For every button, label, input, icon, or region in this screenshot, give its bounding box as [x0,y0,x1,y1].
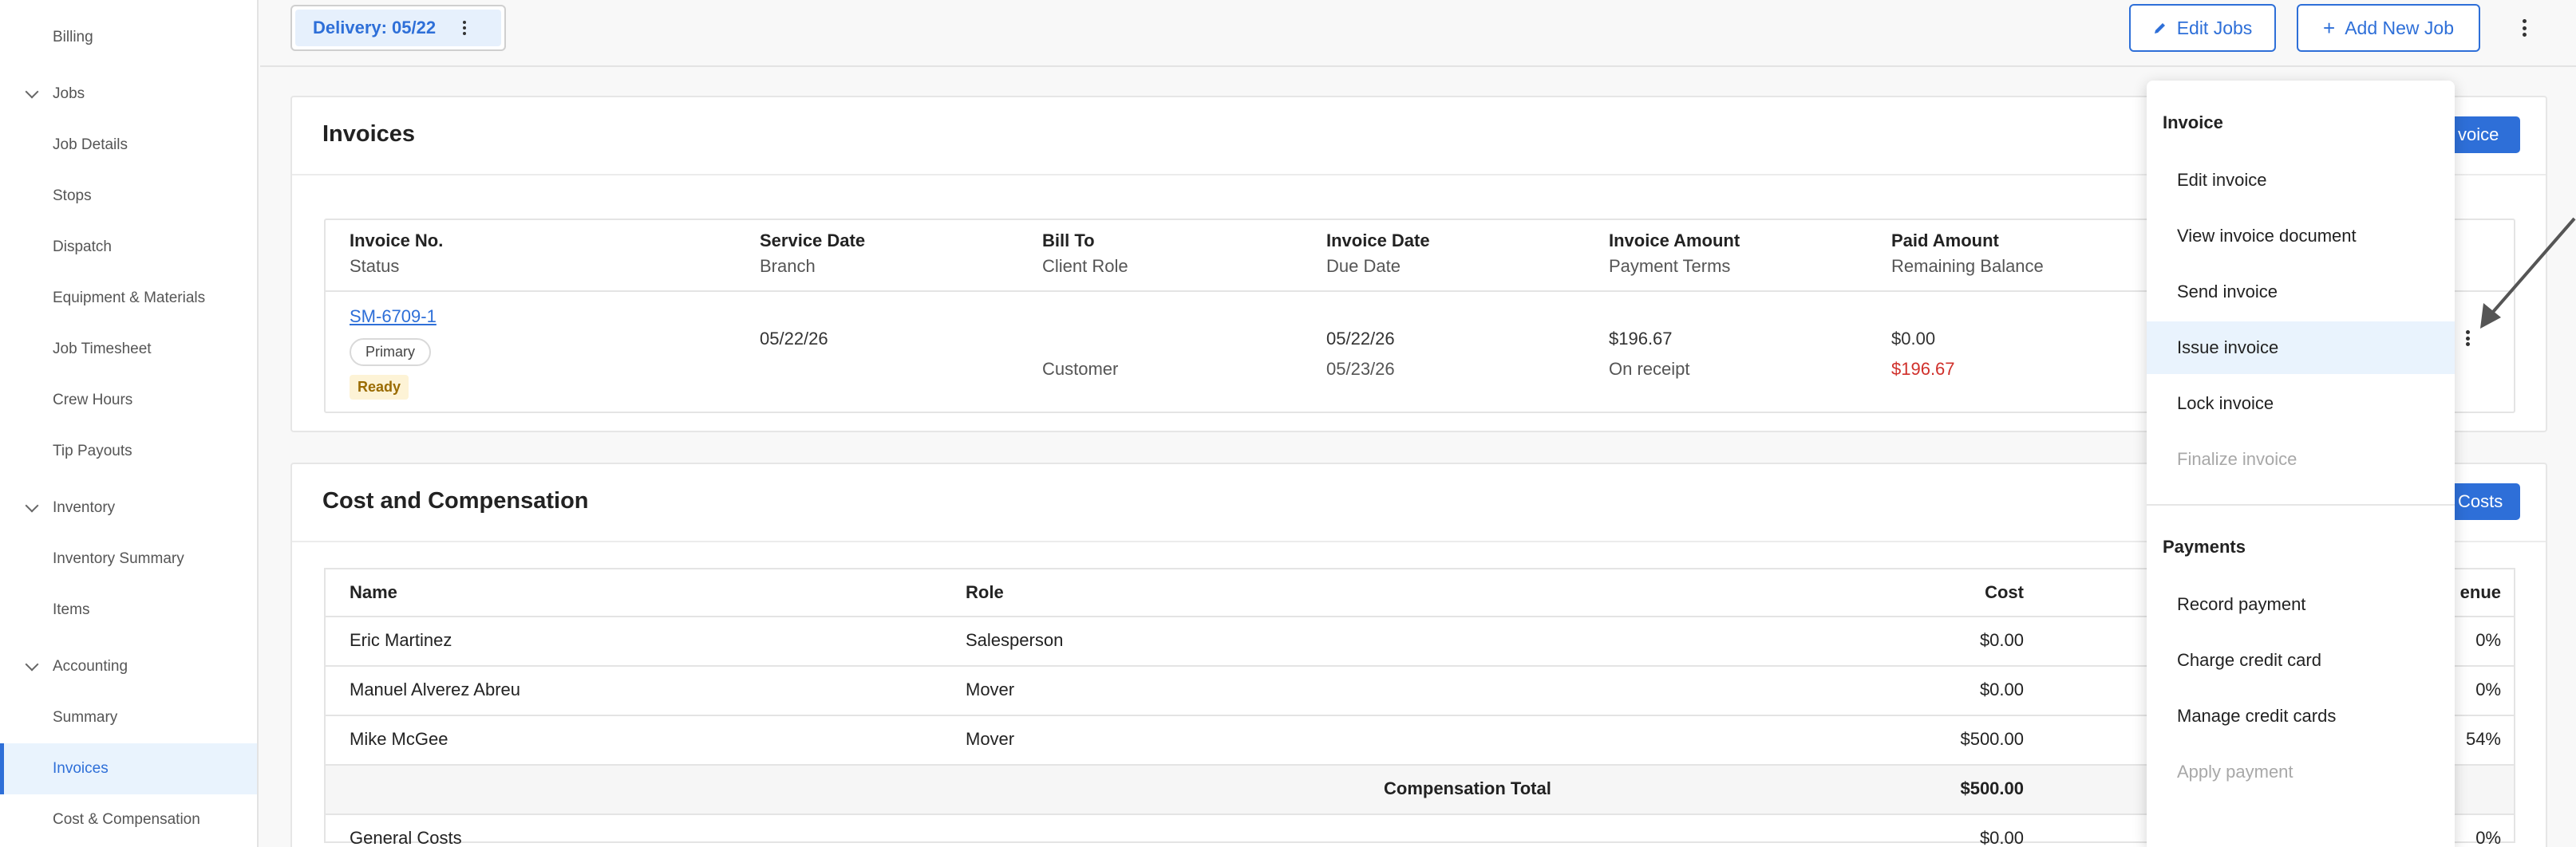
sidebar-item-inventory-summary[interactable]: Inventory Summary [53,550,184,569]
add-costs-label: Costs [2458,491,2503,511]
sidebar-item-cost-compensation[interactable]: Cost & Compensation [53,810,200,829]
sidebar-group-label: Jobs [53,85,85,102]
header-invoice-no: Invoice No. Status [350,230,444,276]
chevron-down-icon [25,85,39,99]
arrow-pointer-icon [2480,217,2576,329]
edit-jobs-button[interactable]: Edit Jobs [2129,4,2276,52]
menu-item-send-invoice[interactable]: Send invoice [2147,266,2455,318]
add-new-job-button[interactable]: + Add New Job [2297,4,2480,52]
cost-compensation-title: Cost and Compensation [322,488,589,514]
more-vertical-icon[interactable] [2523,19,2527,37]
sidebar-group-inventory[interactable]: Inventory [25,498,116,518]
sidebar-item-job-details[interactable]: Job Details [53,136,128,155]
pencil-icon [2154,23,2165,33]
header-invoice-date: Invoice Date Due Date [1326,230,1430,276]
total-value: $500.00 [1960,778,2024,798]
cost-role: Salesperson [966,630,1064,650]
menu-item-manage-credit-cards[interactable]: Manage credit cards [2147,690,2455,743]
sidebar-active-indicator [0,743,257,794]
cost-value: $500.00 [1960,729,2024,749]
delivery-pill[interactable]: Delivery: 05/22 [295,10,501,46]
menu-section-invoice: Invoice [2163,112,2223,132]
header-role: Role [966,582,1004,602]
status-badge: Ready [350,375,409,400]
sidebar-item-summary[interactable]: Summary [53,708,117,727]
chevron-down-icon [25,498,39,513]
sidebar-item-invoices[interactable]: Invoices [53,759,109,778]
total-label: Compensation Total [1384,778,1551,798]
client-role: Customer [1042,359,1119,379]
add-costs-button[interactable]: Costs [2447,483,2520,520]
header-name: Name [350,582,397,602]
header-bill-to: Bill To Client Role [1042,230,1128,276]
sidebar-group-jobs[interactable]: Jobs [25,85,85,104]
sidebar-group-accounting[interactable]: Accounting [25,657,128,676]
edit-jobs-label: Edit Jobs [2176,17,2253,38]
more-vertical-icon[interactable] [463,21,467,35]
payment-terms: On receipt [1609,359,1690,379]
menu-item-lock-invoice[interactable]: Lock invoice [2147,377,2455,430]
general-costs-name: General Costs [350,828,462,847]
delivery-label: Delivery: 05/22 [313,18,437,37]
more-vertical-icon[interactable] [2466,330,2470,346]
delivery-selector[interactable]: Delivery: 05/22 [290,5,506,51]
menu-divider [2147,504,2455,506]
menu-item-edit-invoice[interactable]: Edit invoice [2147,154,2455,207]
menu-item-issue-invoice[interactable]: Issue invoice [2147,321,2455,374]
header-cost: Cost [1985,582,2024,602]
cost-name: Eric Martinez [350,630,452,650]
top-bar: Delivery: 05/22 Edit Jobs + Add New Job [260,0,2576,67]
invoice-amount: $196.67 [1609,329,1673,349]
add-new-job-label: Add New Job [2345,17,2454,38]
cost-role: Mover [966,729,1015,749]
sidebar-item-job-timesheet[interactable]: Job Timesheet [53,340,152,359]
plus-icon: + [2323,16,2336,40]
general-costs-value: $0.00 [1979,828,2024,847]
new-invoice-button[interactable]: voice [2447,116,2520,153]
menu-item-charge-credit-card[interactable]: Charge credit card [2147,634,2455,687]
sidebar-item-dispatch[interactable]: Dispatch [53,238,112,257]
sidebar-item-items[interactable]: Items [53,601,89,620]
sidebar-item-stops[interactable]: Stops [53,187,92,206]
menu-item-view-invoice-document[interactable]: View invoice document [2147,210,2455,262]
primary-badge: Primary [350,338,431,366]
invoices-title: Invoices [322,121,416,147]
sidebar-item-crew-hours[interactable]: Crew Hours [53,391,132,410]
paid-amount: $0.00 [1891,329,1936,349]
sidebar-group-label: Inventory [53,499,116,516]
cost-role: Mover [966,680,1015,699]
invoice-date: 05/22/26 [1326,329,1395,349]
menu-item-finalize-invoice: Finalize invoice [2177,449,2297,469]
sidebar: Billing Jobs Job Details Stops Dispatch … [0,0,259,847]
due-date: 05/23/26 [1326,359,1395,379]
header-paid-amount: Paid Amount Remaining Balance [1891,230,2044,276]
cost-name: Mike McGee [350,729,448,749]
invoice-actions-menu: Invoice Edit invoice View invoice docume… [2147,81,2455,847]
sidebar-item-billing[interactable]: Billing [53,28,93,47]
cost-value: $0.00 [1979,680,2024,699]
sidebar-group-label: Accounting [53,658,128,675]
header-invoice-amount: Invoice Amount Payment Terms [1609,230,1740,276]
cost-name: Manuel Alverez Abreu [350,680,521,699]
sidebar-item-equipment-materials[interactable]: Equipment & Materials [53,289,205,308]
invoice-number-link[interactable]: SM-6709-1 [350,306,437,327]
menu-section-payments: Payments [2163,537,2246,557]
header-service-date: Service Date Branch [760,230,866,276]
chevron-down-icon [25,657,39,672]
remaining-balance: $196.67 [1891,359,1955,379]
menu-item-record-payment[interactable]: Record payment [2147,578,2455,631]
sidebar-item-tip-payouts[interactable]: Tip Payouts [53,442,132,461]
service-date: 05/22/26 [760,329,828,349]
new-invoice-label: voice [2458,124,2499,144]
menu-item-apply-payment: Apply payment [2177,762,2294,782]
cost-value: $0.00 [1979,630,2024,650]
